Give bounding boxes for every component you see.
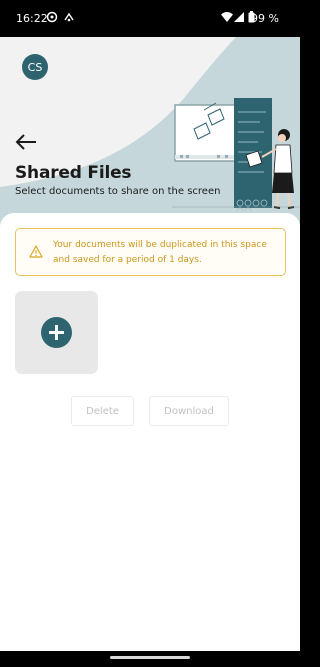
wifi-icon xyxy=(221,12,233,22)
page-subtitle: Select documents to share on the screen xyxy=(15,186,221,197)
warning-text: Your documents will be duplicated in thi… xyxy=(53,240,267,265)
home-indicator[interactable] xyxy=(110,656,190,659)
sync-status-icon xyxy=(46,11,58,23)
shared-files-screen: CS Shared Files Select documents to shar… xyxy=(0,37,300,651)
add-icon[interactable] xyxy=(41,317,72,348)
add-document-tile[interactable] xyxy=(15,291,98,374)
hotspot-icon xyxy=(64,12,74,22)
cellular-signal-icon xyxy=(234,12,244,22)
status-bar: 16:22 99 % xyxy=(0,0,300,37)
back-arrow-icon[interactable] xyxy=(14,133,38,151)
status-time: 16:22 xyxy=(16,12,48,25)
warning-icon xyxy=(29,245,43,258)
download-button[interactable]: Download xyxy=(149,396,229,426)
delete-button[interactable]: Delete xyxy=(71,396,134,426)
header: CS Shared Files Select documents to shar… xyxy=(0,37,300,227)
battery-percentage: 99 % xyxy=(251,12,279,25)
avatar[interactable]: CS xyxy=(22,54,48,80)
navigation-bar xyxy=(0,651,300,667)
page-title: Shared Files xyxy=(15,163,132,183)
content-panel: Your documents will be duplicated in thi… xyxy=(0,213,300,651)
retention-warning-banner: Your documents will be duplicated in thi… xyxy=(15,228,286,276)
